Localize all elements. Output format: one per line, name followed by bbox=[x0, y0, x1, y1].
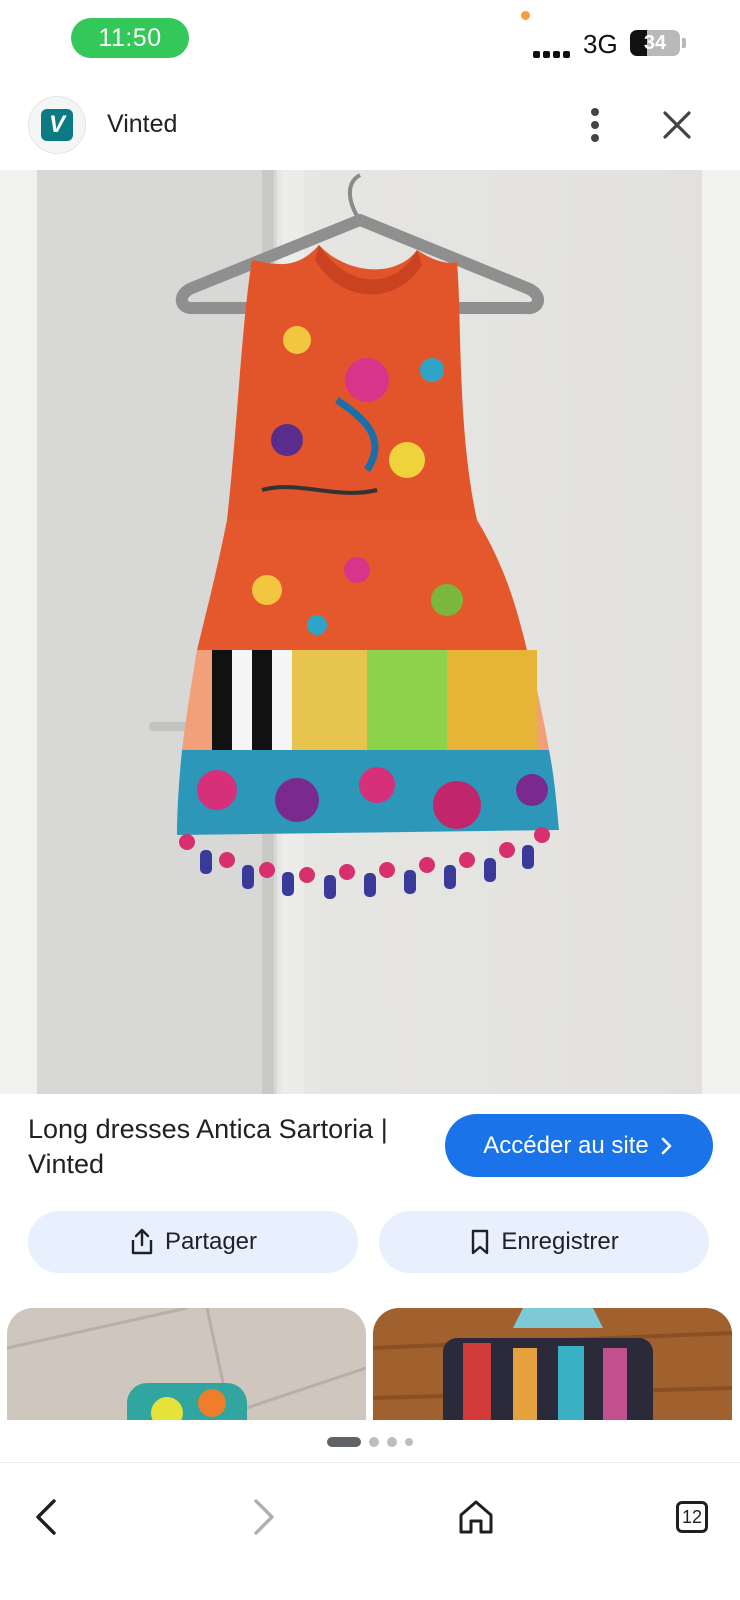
network-type: 3G bbox=[583, 29, 618, 59]
site-logo[interactable]: V bbox=[28, 96, 86, 154]
battery-tip bbox=[682, 38, 686, 48]
status-bar: 11:50 3G 34 bbox=[0, 0, 740, 80]
pager-dot bbox=[387, 1437, 397, 1447]
site-header: V Vinted bbox=[0, 88, 740, 170]
related-image-1-picture bbox=[7, 1308, 366, 1420]
privacy-indicator-dot bbox=[521, 11, 530, 20]
browser-bottom-nav: 12 bbox=[0, 1462, 740, 1600]
back-arrow-icon bbox=[36, 1499, 56, 1535]
home-button[interactable] bbox=[446, 1487, 506, 1547]
pager-dot bbox=[369, 1437, 379, 1447]
more-options-button[interactable] bbox=[572, 102, 618, 148]
status-time: 11:50 bbox=[71, 18, 189, 58]
tabs-button[interactable]: 12 bbox=[662, 1487, 722, 1547]
related-image-1[interactable] bbox=[7, 1308, 366, 1420]
back-button[interactable] bbox=[18, 1487, 78, 1547]
save-button[interactable]: Enregistrer bbox=[379, 1211, 709, 1273]
site-name[interactable]: Vinted bbox=[107, 110, 177, 139]
battery-icon: 34 bbox=[630, 30, 680, 56]
visit-site-button[interactable]: Accéder au site bbox=[445, 1114, 713, 1177]
image-viewer[interactable] bbox=[0, 170, 740, 1094]
related-image-2[interactable] bbox=[373, 1308, 732, 1420]
tabs-icon: 12 bbox=[676, 1501, 708, 1533]
visit-site-label: Accéder au site bbox=[483, 1131, 649, 1159]
vinted-logo-icon: V bbox=[41, 109, 73, 141]
save-label: Enregistrer bbox=[501, 1228, 619, 1255]
pager-dot-active bbox=[327, 1437, 361, 1447]
more-vert-icon bbox=[591, 108, 599, 142]
forward-button[interactable] bbox=[232, 1487, 292, 1547]
close-icon bbox=[663, 111, 691, 139]
share-button[interactable]: Partager bbox=[28, 1211, 358, 1273]
signal-icon bbox=[533, 34, 573, 58]
home-icon bbox=[459, 1500, 493, 1534]
lens-image-viewer: 11:50 3G 34 V Vinted Long dresses Antica… bbox=[0, 0, 740, 1600]
dress-photo[interactable] bbox=[37, 170, 702, 1094]
share-icon bbox=[131, 1228, 153, 1255]
share-label: Partager bbox=[164, 1228, 258, 1255]
result-title[interactable]: Long dresses Antica Sartoria | Vinted bbox=[28, 1112, 423, 1182]
battery-percent: 34 bbox=[643, 31, 667, 54]
related-images bbox=[0, 1308, 740, 1420]
bookmark-icon bbox=[472, 1229, 489, 1255]
close-button[interactable] bbox=[654, 102, 700, 148]
chevron-right-icon bbox=[661, 1137, 672, 1154]
forward-arrow-icon bbox=[254, 1499, 274, 1535]
related-image-2-picture bbox=[373, 1308, 732, 1420]
pager-dot bbox=[405, 1438, 413, 1446]
